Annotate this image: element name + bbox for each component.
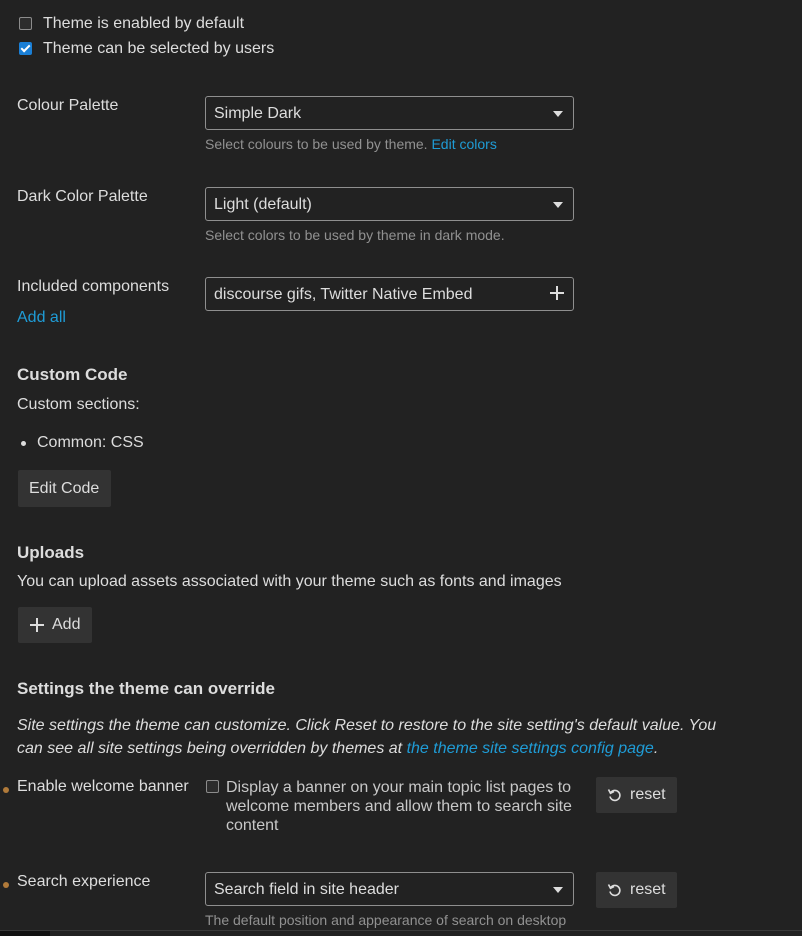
enabled-by-default-label: Theme is enabled by default: [43, 15, 245, 32]
colour-palette-select[interactable]: Simple Dark: [205, 96, 574, 130]
search-experience-help: The default position and appearance of s…: [205, 912, 567, 928]
add-upload-label: Add: [52, 616, 81, 633]
colour-palette-label: Colour Palette: [17, 97, 119, 114]
bullet-icon: [21, 441, 26, 446]
selectable-by-users-checkbox[interactable]: [19, 42, 32, 55]
overrides-description-line1: Site settings the theme can customize. C…: [17, 717, 717, 734]
welcome-banner-reset-button[interactable]: reset: [596, 777, 677, 813]
custom-section-item: Common: CSS: [37, 434, 144, 451]
enabled-by-default-checkbox[interactable]: [19, 17, 32, 30]
reset-label: reset: [630, 786, 666, 803]
welcome-banner-description-line: content: [226, 817, 279, 834]
components-value: discourse gifs, Twitter Native Embed: [214, 286, 473, 303]
bottom-divider: [0, 930, 802, 931]
search-experience-select[interactable]: Search field in site header: [205, 872, 574, 906]
overrides-description-end: .: [653, 740, 659, 757]
chevron-down-icon: [553, 202, 563, 208]
dark-palette-help: Select colors to be used by theme in dar…: [205, 227, 505, 243]
welcome-banner-description-line: welcome members and allow them to search…: [226, 798, 572, 815]
custom-sections-label: Custom sections:: [17, 396, 140, 413]
welcome-banner-label: Enable welcome banner: [17, 778, 189, 795]
edit-colors-link[interactable]: Edit colors: [431, 136, 496, 152]
search-experience-reset-button[interactable]: reset: [596, 872, 677, 908]
edit-code-label: Edit Code: [29, 480, 100, 497]
welcome-banner-description-line: Display a banner on your main topic list…: [226, 779, 572, 796]
chevron-down-icon: [553, 887, 563, 893]
search-experience-value: Search field in site header: [214, 881, 399, 898]
colour-palette-help: Select colours to be used by theme. Edit…: [205, 136, 497, 152]
uploads-description: You can upload assets associated with yo…: [17, 573, 562, 590]
chevron-down-icon: [553, 111, 563, 117]
custom-code-heading: Custom Code: [17, 365, 128, 384]
components-label: Included components: [17, 278, 170, 295]
components-multiselect[interactable]: discourse gifs, Twitter Native Embed: [205, 277, 574, 311]
overrides-heading: Settings the theme can override: [17, 679, 275, 698]
uploads-heading: Uploads: [17, 543, 85, 562]
plus-icon: [30, 618, 44, 632]
plus-icon[interactable]: [550, 286, 564, 300]
dark-palette-value: Light (default): [214, 196, 312, 213]
dark-palette-label: Dark Color Palette: [17, 188, 148, 205]
overrides-description-line2: can see all site settings being overridd…: [17, 740, 658, 758]
search-experience-label: Search experience: [17, 873, 151, 890]
reset-icon: [607, 789, 621, 802]
add-upload-button[interactable]: Add: [18, 607, 92, 643]
reset-icon: [607, 884, 621, 897]
overrides-description-text: can see all site settings being overridd…: [17, 740, 403, 757]
overridden-indicator-dot: [3, 882, 9, 888]
edit-code-button[interactable]: Edit Code: [18, 470, 111, 507]
welcome-banner-description: Display a banner on your main topic list…: [226, 778, 572, 835]
colour-palette-help-text: Select colours to be used by theme.: [205, 136, 428, 152]
bottom-strip: [0, 931, 50, 936]
add-all-link[interactable]: Add all: [17, 309, 66, 327]
overridden-indicator-dot: [3, 787, 9, 793]
theme-site-settings-link[interactable]: the theme site settings config page: [407, 740, 654, 757]
reset-label: reset: [630, 881, 666, 898]
dark-palette-select[interactable]: Light (default): [205, 187, 574, 221]
colour-palette-value: Simple Dark: [214, 105, 302, 122]
welcome-banner-checkbox[interactable]: [206, 780, 219, 793]
selectable-by-users-label: Theme can be selected by users: [43, 40, 275, 57]
